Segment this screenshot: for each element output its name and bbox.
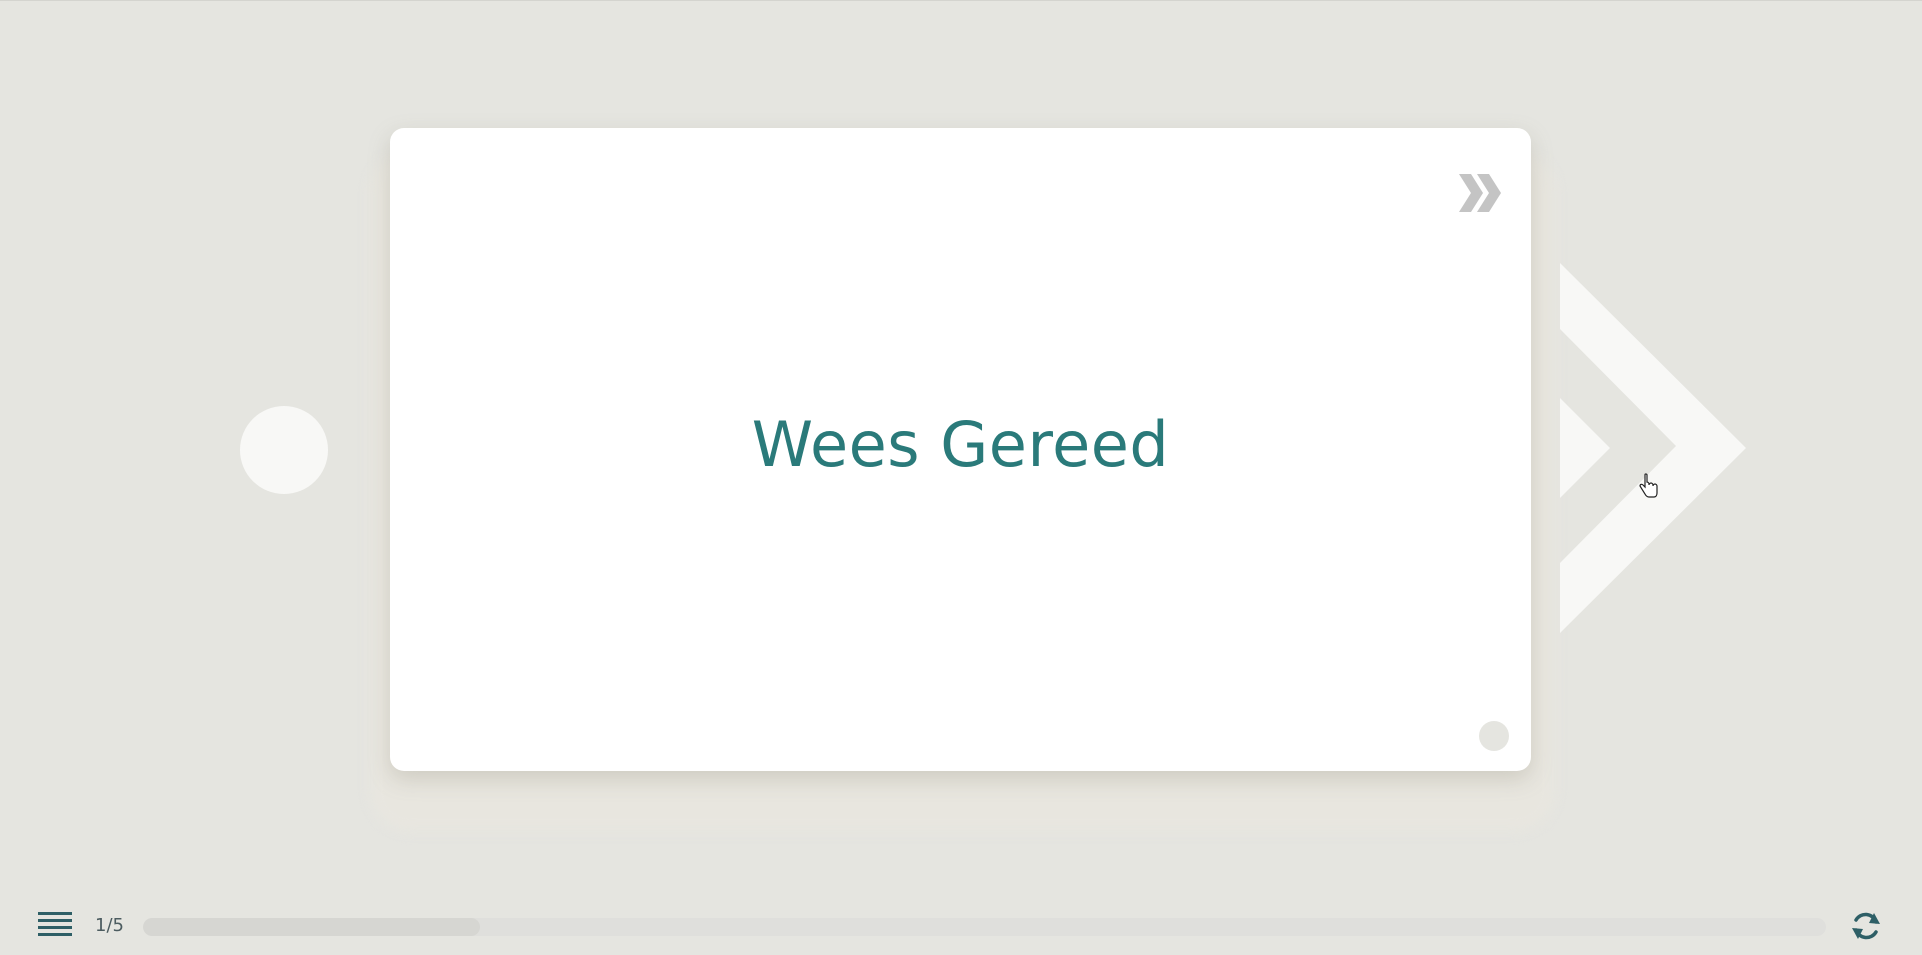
- previous-card-button[interactable]: [240, 406, 328, 494]
- card-title: Wees Gereed: [751, 408, 1170, 481]
- bottom-toolbar: 1/5: [0, 896, 1922, 955]
- double-chevron-right-icon[interactable]: [1457, 172, 1505, 214]
- hamburger-menu-icon[interactable]: [38, 912, 72, 940]
- flashcard[interactable]: Wees Gereed: [390, 128, 1531, 771]
- progress-bar: [143, 918, 1826, 936]
- card-corner-dot: [1479, 721, 1509, 751]
- flashcard-stage: Wees Gereed 1/5: [0, 0, 1922, 955]
- restart-icon[interactable]: [1848, 908, 1884, 944]
- page-counter: 1/5: [95, 915, 124, 936]
- progress-fill: [143, 918, 480, 936]
- next-card-button[interactable]: [1560, 263, 1750, 633]
- large-chevron-right-icon: [1560, 263, 1746, 633]
- pointer-cursor-icon: [1639, 473, 1658, 498]
